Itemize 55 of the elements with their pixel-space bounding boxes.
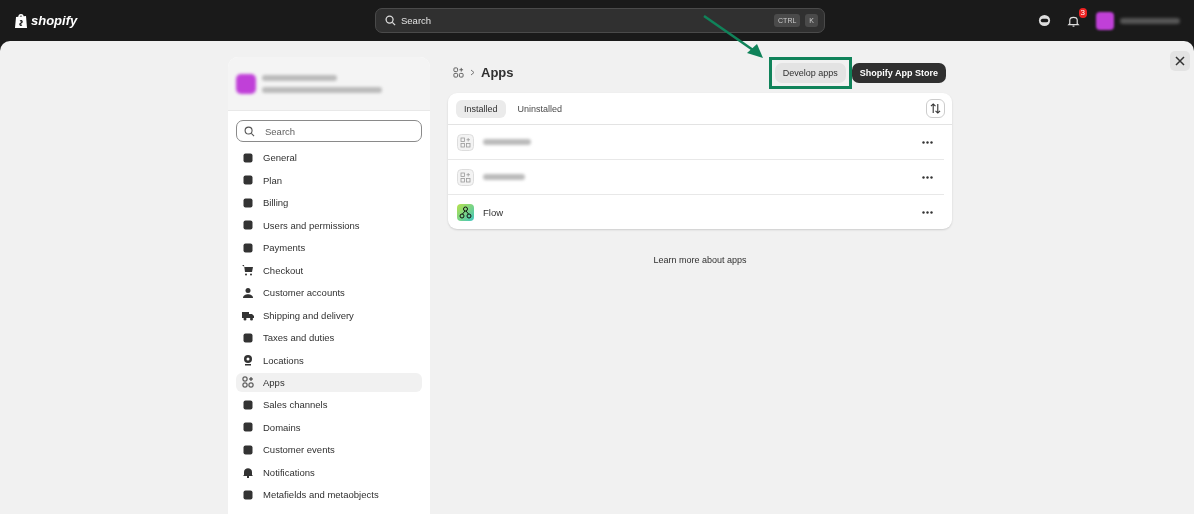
nav-item[interactable]: Taxes and duties — [236, 327, 422, 348]
page-title: Apps — [481, 65, 514, 80]
avatar[interactable] — [1096, 11, 1114, 30]
logo[interactable]: shopify — [31, 13, 78, 28]
app-name: Flow — [483, 206, 504, 218]
tab[interactable]: Installed — [456, 99, 506, 118]
nav-item[interactable]: Notifications — [236, 462, 422, 483]
nav-item[interactable]: Users and permissions — [236, 215, 422, 235]
redacted-text — [483, 139, 531, 145]
close-button[interactable] — [1170, 51, 1190, 71]
truck-icon — [242, 309, 254, 322]
flow-app-icon — [457, 203, 474, 221]
bell-icon — [242, 466, 254, 479]
app-icon — [457, 133, 474, 151]
sort-icon — [930, 103, 941, 114]
nav-item[interactable]: Shipping and delivery — [236, 305, 422, 325]
shopify-bag-icon — [14, 12, 28, 29]
nav-item[interactable]: General — [236, 148, 422, 168]
app-icon — [457, 168, 474, 186]
nav-item[interactable]: Domains — [236, 417, 422, 438]
close-icon — [1175, 56, 1185, 66]
cart-icon — [242, 264, 254, 277]
nav-item[interactable]: Apps — [236, 372, 422, 393]
nav-item[interactable]: Sales channels — [236, 395, 422, 415]
search-field[interactable]: Search — [236, 120, 422, 142]
more-icon[interactable] — [922, 175, 933, 179]
pin-icon — [242, 354, 254, 366]
nav-item[interactable]: Checkout — [236, 260, 422, 280]
avatar — [236, 73, 256, 94]
nav-item[interactable]: Metafields and metaobjects — [236, 485, 422, 505]
app-row[interactable]: Flow — [448, 195, 944, 229]
nav-item[interactable]: Customer events — [236, 440, 422, 460]
app-store-button[interactable]: Shopify App Store — [851, 62, 946, 83]
nav-item[interactable]: Payments — [236, 237, 422, 258]
more-icon[interactable] — [922, 210, 933, 214]
search-icon — [385, 15, 396, 26]
nav-item[interactable]: Plan — [236, 170, 422, 190]
search-icon — [244, 125, 255, 137]
nav-item[interactable]: Customer accounts — [236, 282, 422, 303]
assistant-icon[interactable] — [1038, 14, 1051, 27]
develop-apps-button[interactable]: Develop apps — [774, 62, 846, 83]
apps-icon — [242, 376, 254, 389]
notification-badge: 3 — [1078, 7, 1087, 18]
nav-item[interactable]: Billing — [236, 192, 422, 213]
nav-item[interactable]: Locations — [236, 350, 422, 370]
sort-button[interactable] — [926, 99, 945, 118]
person-icon — [242, 286, 254, 299]
chevron-icon — [470, 69, 475, 76]
more-icon[interactable] — [922, 140, 933, 144]
pointer-arrow — [702, 14, 765, 59]
tab[interactable]: Uninstalled — [509, 99, 571, 118]
apps-icon — [453, 67, 464, 78]
redacted-text — [483, 174, 525, 180]
learn-more-link[interactable]: Learn more about apps — [653, 255, 747, 265]
redacted-text — [1120, 17, 1180, 24]
